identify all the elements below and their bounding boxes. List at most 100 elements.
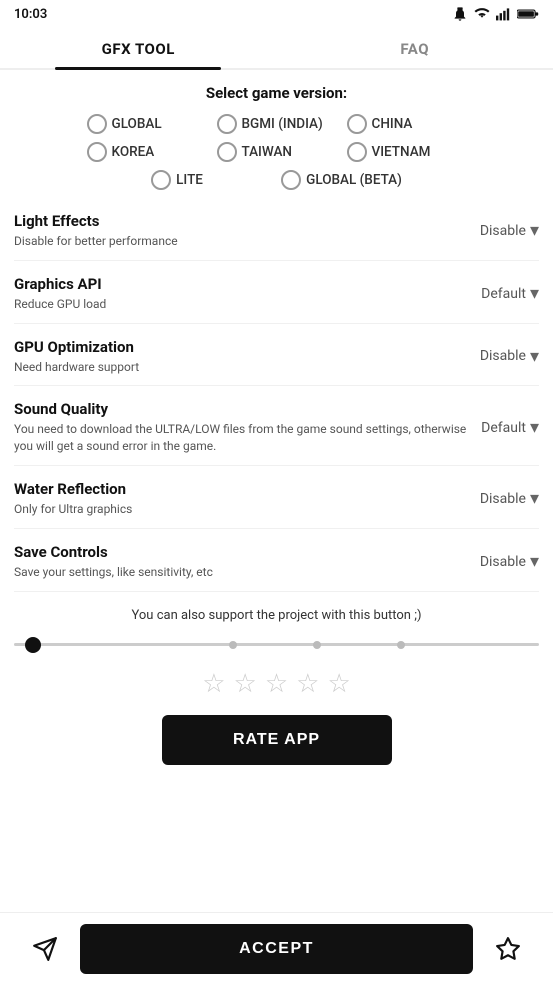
- setting-sound-quality: Sound Quality You need to download the U…: [14, 386, 539, 466]
- radio-circle-korea: [87, 142, 107, 162]
- version-section: Select game version: GLOBAL BGMI (INDIA)…: [14, 70, 539, 198]
- radio-circle-vietnam: [347, 142, 367, 162]
- star-5[interactable]: ☆: [327, 669, 350, 699]
- radio-circle-bgmi: [217, 114, 237, 134]
- setting-light-effects-title: Light Effects: [14, 212, 470, 230]
- signal-icon: [496, 7, 512, 21]
- setting-light-effects-left: Light Effects Disable for better perform…: [14, 212, 480, 250]
- wifi-icon: [473, 7, 491, 21]
- setting-graphics-api-left: Graphics API Reduce GPU load: [14, 275, 481, 313]
- setting-sound-quality-desc: You need to download the ULTRA/LOW files…: [14, 421, 471, 455]
- accept-button[interactable]: ACCEPT: [80, 924, 473, 974]
- tab-faq[interactable]: FAQ: [277, 26, 553, 68]
- setting-water-reflection: Water Reflection Only for Ultra graphics…: [14, 466, 539, 529]
- radio-label-bgmi: BGMI (INDIA): [242, 116, 323, 132]
- setting-graphics-api-desc: Reduce GPU load: [14, 296, 471, 313]
- slider-dot-2: [313, 641, 321, 649]
- radio-china[interactable]: CHINA: [347, 114, 467, 134]
- radio-circle-china: [347, 114, 367, 134]
- setting-gpu-optimization: GPU Optimization Need hardware support D…: [14, 324, 539, 387]
- bottom-bar: ACCEPT: [0, 912, 553, 984]
- bottom-spacer: [14, 793, 539, 873]
- chevron-down-icon-5: ▾: [530, 488, 539, 509]
- tab-gfx-tool[interactable]: GFX TOOL: [0, 26, 277, 68]
- star-icon: [495, 936, 521, 962]
- slider-track: [14, 643, 539, 646]
- radio-global-beta[interactable]: GLOBAL (BETA): [281, 170, 402, 190]
- setting-save-controls: Save Controls Save your settings, like s…: [14, 529, 539, 592]
- setting-gpu-optimization-left: GPU Optimization Need hardware support: [14, 338, 480, 376]
- share-button[interactable]: [20, 924, 70, 974]
- setting-sound-quality-title: Sound Quality: [14, 400, 471, 418]
- tab-bar: GFX TOOL FAQ: [0, 26, 553, 70]
- setting-graphics-api-value: Default: [481, 286, 526, 302]
- radio-label-korea: KOREA: [112, 144, 155, 160]
- radio-vietnam[interactable]: VIETNAM: [347, 142, 467, 162]
- radio-lite[interactable]: LITE: [151, 170, 271, 190]
- slider-thumb[interactable]: [25, 637, 41, 653]
- setting-water-reflection-desc: Only for Ultra graphics: [14, 501, 470, 518]
- setting-sound-quality-left: Sound Quality You need to download the U…: [14, 400, 481, 455]
- radio-circle-global: [87, 114, 107, 134]
- slider-dot-1: [229, 641, 237, 649]
- setting-gpu-optimization-value: Disable: [480, 348, 526, 364]
- battery-icon: [517, 8, 539, 20]
- bookmark-button[interactable]: [483, 924, 533, 974]
- star-4[interactable]: ☆: [296, 669, 319, 699]
- setting-light-effects-desc: Disable for better performance: [14, 233, 470, 250]
- setting-graphics-api-title: Graphics API: [14, 275, 471, 293]
- stars-row: ☆ ☆ ☆ ☆ ☆: [14, 669, 539, 699]
- slider-container[interactable]: [14, 635, 539, 655]
- setting-gpu-optimization-title: GPU Optimization: [14, 338, 470, 356]
- status-icons: [452, 6, 539, 22]
- setting-sound-quality-value: Default: [481, 420, 526, 436]
- setting-graphics-api-control[interactable]: Default ▾: [481, 283, 539, 304]
- radio-label-lite: LITE: [176, 172, 203, 188]
- chevron-down-icon-2: ▾: [530, 283, 539, 304]
- setting-light-effects: Light Effects Disable for better perform…: [14, 198, 539, 261]
- setting-light-effects-value: Disable: [480, 223, 526, 239]
- setting-graphics-api: Graphics API Reduce GPU load Default ▾: [14, 261, 539, 324]
- radio-label-china: CHINA: [372, 116, 413, 132]
- rate-app-button[interactable]: RATE APP: [162, 715, 392, 765]
- radio-global[interactable]: GLOBAL: [87, 114, 207, 134]
- star-3[interactable]: ☆: [265, 669, 288, 699]
- star-1[interactable]: ☆: [202, 669, 225, 699]
- support-text: You can also support the project with th…: [14, 608, 539, 623]
- radio-label-global: GLOBAL: [112, 116, 162, 132]
- radio-bgmi[interactable]: BGMI (INDIA): [217, 114, 337, 134]
- star-2[interactable]: ☆: [234, 669, 257, 699]
- setting-save-controls-desc: Save your settings, like sensitivity, et…: [14, 564, 470, 581]
- radio-label-taiwan: TAIWAN: [242, 144, 293, 160]
- setting-light-effects-control[interactable]: Disable ▾: [480, 220, 539, 241]
- radio-korea[interactable]: KOREA: [87, 142, 207, 162]
- setting-save-controls-title: Save Controls: [14, 543, 470, 561]
- settings-list: Light Effects Disable for better perform…: [14, 198, 539, 592]
- setting-save-controls-control[interactable]: Disable ▾: [480, 551, 539, 572]
- setting-sound-quality-control[interactable]: Default ▾: [481, 417, 539, 438]
- slider-dot-3: [397, 641, 405, 649]
- main-content: Select game version: GLOBAL BGMI (INDIA)…: [0, 70, 553, 873]
- version-row-3: LITE GLOBAL (BETA): [14, 170, 539, 190]
- radio-label-vietnam: VIETNAM: [372, 144, 431, 160]
- setting-gpu-optimization-control[interactable]: Disable ▾: [480, 346, 539, 367]
- setting-gpu-optimization-desc: Need hardware support: [14, 359, 470, 376]
- share-icon: [32, 936, 58, 962]
- radio-taiwan[interactable]: TAIWAN: [217, 142, 337, 162]
- setting-water-reflection-left: Water Reflection Only for Ultra graphics: [14, 480, 480, 518]
- setting-water-reflection-control[interactable]: Disable ▾: [480, 488, 539, 509]
- chevron-down-icon-3: ▾: [530, 346, 539, 367]
- chevron-down-icon: ▾: [530, 220, 539, 241]
- setting-save-controls-left: Save Controls Save your settings, like s…: [14, 543, 480, 581]
- version-title: Select game version:: [14, 84, 539, 102]
- status-time: 10:03: [14, 7, 47, 22]
- version-row-1: GLOBAL BGMI (INDIA) CHINA: [14, 114, 539, 134]
- support-section: You can also support the project with th…: [14, 592, 539, 793]
- setting-water-reflection-value: Disable: [480, 491, 526, 507]
- radio-label-global-beta: GLOBAL (BETA): [306, 172, 402, 188]
- status-bar: 10:03: [0, 0, 553, 26]
- radio-circle-global-beta: [281, 170, 301, 190]
- notification-icon: [452, 6, 468, 22]
- chevron-down-icon-6: ▾: [530, 551, 539, 572]
- chevron-down-icon-4: ▾: [530, 417, 539, 438]
